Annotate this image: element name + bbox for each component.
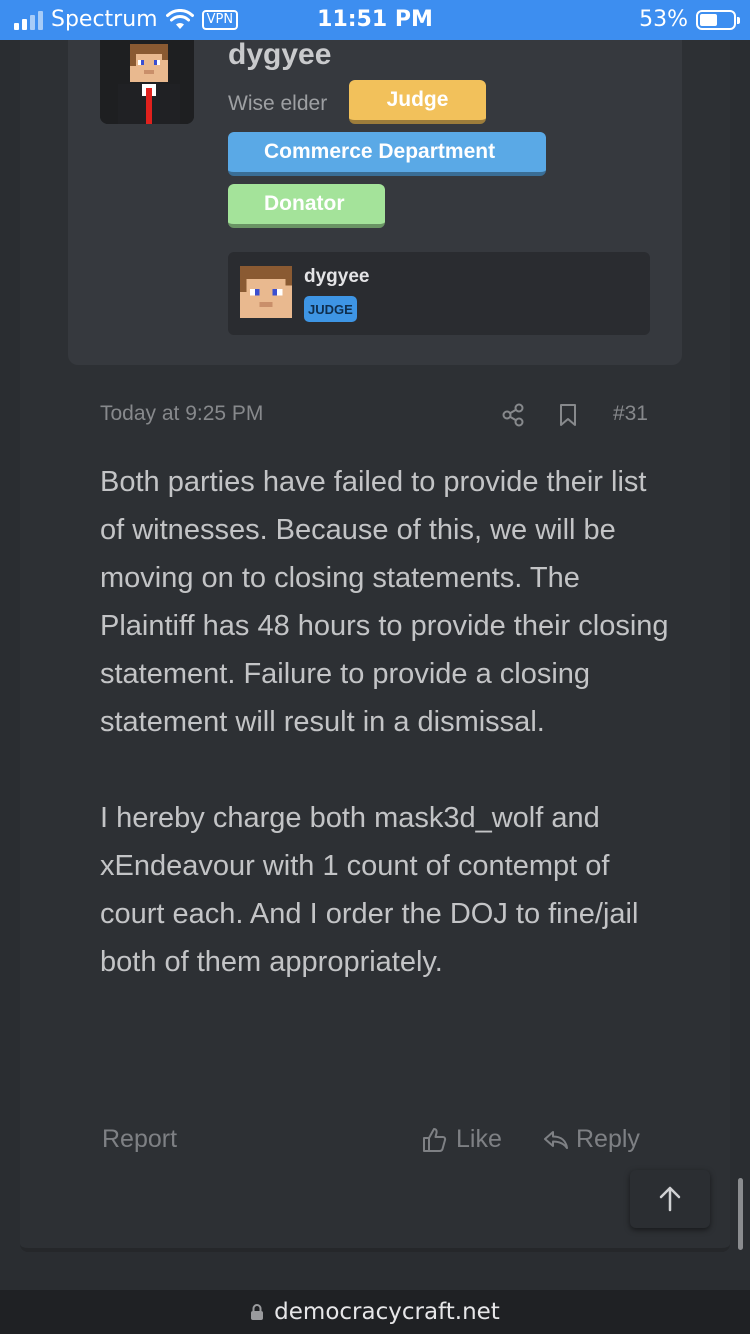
status-time: 11:51 PM	[317, 7, 433, 32]
post-card: dygyee Wise elder Judge Commerce Departm…	[20, 38, 730, 1252]
reply-label: Reply	[576, 1125, 640, 1153]
report-link[interactable]: Report	[102, 1125, 177, 1154]
reply-button[interactable]: Reply	[542, 1125, 640, 1154]
minecraft-profile-card[interactable]: dygyee JUDGE	[228, 252, 650, 335]
post-meta: Today at 9:25 PM #31	[100, 402, 650, 432]
share-icon[interactable]	[500, 402, 526, 428]
arrow-up-icon	[659, 1186, 681, 1212]
like-button[interactable]: Like	[420, 1125, 502, 1154]
author-name[interactable]: dygyee	[228, 38, 331, 72]
post-body: Both parties have failed to provide thei…	[100, 458, 670, 986]
page-scrollbar[interactable]	[738, 1178, 743, 1250]
minecraft-head-icon	[240, 266, 292, 318]
avatar[interactable]	[100, 40, 194, 124]
battery-icon	[696, 9, 740, 30]
like-label: Like	[456, 1125, 502, 1153]
post-actions: Report Like Reply	[102, 1125, 650, 1161]
minecraft-username: dygyee	[304, 266, 370, 287]
reply-icon	[544, 1130, 568, 1149]
bookmark-icon[interactable]	[555, 402, 581, 428]
post-paragraph: Both parties have failed to provide thei…	[100, 466, 669, 738]
status-bar: Spectrum VPN 11:51 PM 53%	[0, 0, 750, 40]
judge-rank-badge: JUDGE	[304, 296, 357, 322]
author-title: Wise elder	[228, 92, 328, 115]
judge-badge: Judge	[349, 80, 486, 124]
thumbs-up-icon	[423, 1127, 447, 1152]
url-text: democracycraft.net	[274, 1299, 500, 1325]
commerce-department-badge: Commerce Department	[228, 132, 546, 176]
battery-percent: 53%	[639, 7, 688, 32]
post-paragraph: I hereby charge both mask3d_wolf and xEn…	[100, 802, 639, 978]
post-date[interactable]: Today at 9:25 PM	[100, 402, 263, 426]
browser-url-bar[interactable]: democracycraft.net	[0, 1290, 750, 1334]
author-info-block: dygyee Wise elder Judge Commerce Departm…	[68, 38, 682, 365]
donator-badge: Donator	[228, 184, 385, 228]
scroll-to-top-button[interactable]	[630, 1170, 710, 1228]
lock-icon	[251, 1304, 264, 1320]
post-number[interactable]: #31	[613, 402, 648, 426]
